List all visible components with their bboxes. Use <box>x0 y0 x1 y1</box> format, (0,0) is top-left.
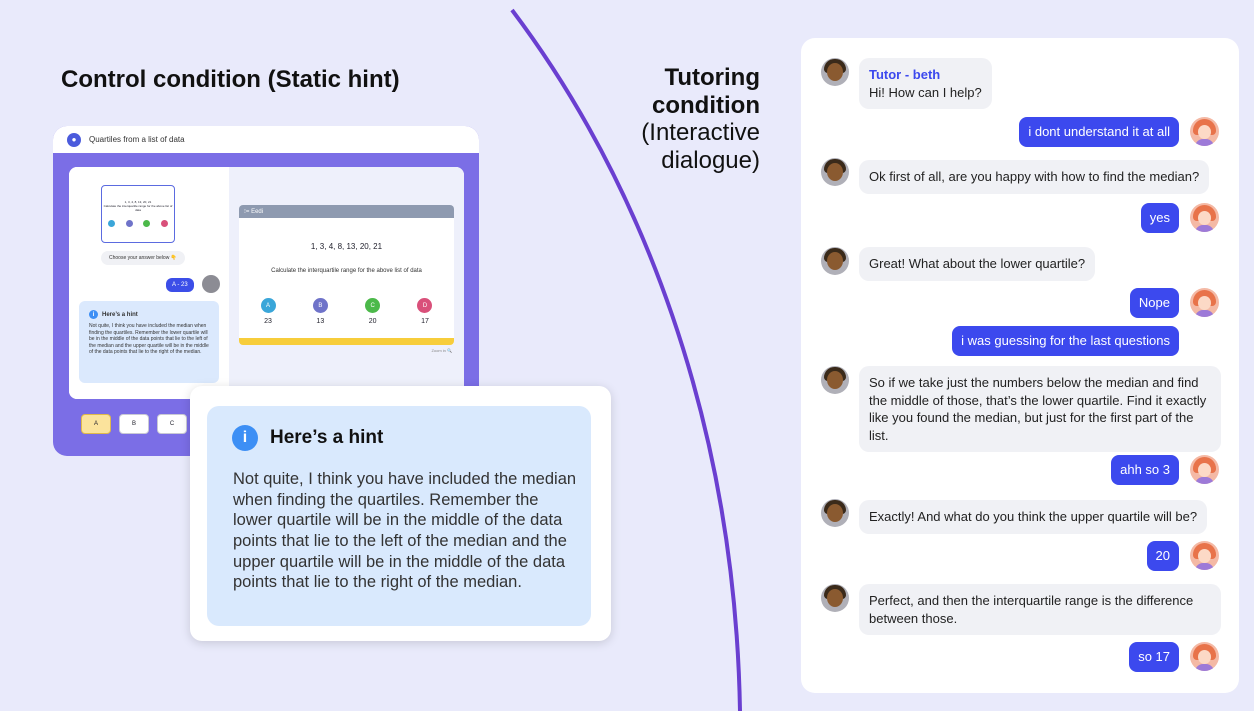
answer-buttons: A B C <box>81 414 187 434</box>
eedi-bar: ⁝= Eedi <box>239 205 454 218</box>
small-hint-heading: i Here’s a hint <box>89 310 219 319</box>
question-footer-bar <box>239 338 454 345</box>
tutoring-title-rest: (Interactive dialogue) <box>641 119 760 174</box>
user-avatar <box>1190 541 1219 570</box>
small-hint-text: Not quite, I think you have included the… <box>89 323 209 355</box>
question-column: ⁝= Eedi 1, 3, 4, 8, 13, 20, 21 Calculate… <box>229 167 464 399</box>
option-d-letter: D <box>417 298 433 313</box>
option-b-value: 13 <box>316 318 325 325</box>
thumbnail-option-d <box>160 220 168 227</box>
thumbnail-options <box>108 220 168 227</box>
user-avatar <box>1190 117 1219 146</box>
thumbnail-option-a <box>108 220 115 227</box>
hint-box: i Here’s a hint Not quite, I think you h… <box>207 406 591 626</box>
option-d-value: 17 <box>421 318 429 325</box>
option-b[interactable]: B 13 <box>305 298 335 325</box>
tutor-message: So if we take just the numbers below the… <box>859 366 1221 453</box>
tutor-message: Tutor - beth Hi! How can I help? <box>859 58 992 110</box>
tutor-avatar <box>821 158 849 186</box>
small-hint-title: Here’s a hint <box>102 311 138 318</box>
option-d[interactable]: D 17 <box>410 298 440 325</box>
user-avatar <box>1190 455 1219 484</box>
answer-button-a[interactable]: A <box>81 414 111 434</box>
tutor-avatar <box>821 584 849 612</box>
chat-window: Tutor - beth Hi! How can I help? i dont … <box>801 38 1239 693</box>
zoom-in-button[interactable]: Zoom in 🔍 <box>431 348 452 353</box>
tutoring-condition-title: Tutoring condition (Interactive dialogue… <box>600 64 760 174</box>
tutoring-title-bold: Tutoring condition <box>652 64 760 119</box>
tutor-message: Exactly! And what do you think the upper… <box>859 500 1208 534</box>
option-c-letter: C <box>365 298 381 313</box>
user-message: Nope <box>1129 288 1179 318</box>
tutor-name: Tutor - beth <box>869 67 941 82</box>
small-hint-box: i Here’s a hint Not quite, I think you h… <box>79 301 219 383</box>
tutor-avatar <box>821 58 849 86</box>
user-avatar <box>1190 203 1219 232</box>
thumbnail-option-c <box>143 220 151 227</box>
user-message: i was guessing for the last questions <box>952 326 1179 356</box>
choose-answer-message: Choose your answer below 👇 <box>101 251 185 265</box>
info-icon: i <box>232 425 258 451</box>
option-c[interactable]: C 20 <box>358 298 388 325</box>
answer-button-c[interactable]: C <box>157 414 187 434</box>
user-message: i dont understand it at all <box>1019 117 1179 147</box>
hint-heading: i Here’s a hint <box>232 425 383 451</box>
tutor-message: Great! What about the lower quartile? <box>859 247 1096 281</box>
hint-text: Not quite, I think you have included the… <box>233 470 577 592</box>
question-thumbnail[interactable]: 1, 3, 4, 8, 13, 20, 21 Calculate the int… <box>101 185 175 243</box>
app-header: ● Quartiles from a list of data <box>53 126 479 153</box>
control-condition-title: Control condition (Static hint) <box>61 66 400 93</box>
hint-card: i Here’s a hint Not quite, I think you h… <box>190 386 611 641</box>
answer-options: A 23 B 13 C 20 D 17 <box>253 298 440 325</box>
user-message: so 17 <box>1129 642 1179 672</box>
option-b-letter: B <box>312 298 328 313</box>
option-a[interactable]: A 23 <box>253 298 283 325</box>
answer-chip: A - 23 <box>166 278 194 292</box>
question-prompt: Calculate the interquartile range for th… <box>271 268 422 274</box>
option-a-value: 23 <box>264 318 272 325</box>
app-logo-icon: ● <box>67 132 81 147</box>
student-avatar <box>202 275 220 293</box>
message-text: Hi! How can I help? <box>869 84 982 100</box>
info-icon: i <box>89 310 98 319</box>
hint-title: Here’s a hint <box>270 427 384 448</box>
tutor-message: Ok first of all, are you happy with how … <box>859 160 1210 194</box>
tutor-message: Perfect, and then the interquartile rang… <box>859 584 1221 636</box>
thumbnail-prompt: Calculate the interquartile range for th… <box>103 204 173 212</box>
tutor-avatar <box>821 247 849 275</box>
tutor-avatar <box>821 366 849 394</box>
user-avatar <box>1190 642 1219 671</box>
user-message: ahh so 3 <box>1111 455 1179 485</box>
option-a-letter: A <box>260 298 276 313</box>
user-message: 20 <box>1146 541 1179 571</box>
answer-button-b[interactable]: B <box>119 414 149 434</box>
app-header-title: Quartiles from a list of data <box>89 135 185 144</box>
question-numbers: 1, 3, 4, 8, 13, 20, 21 <box>310 242 383 251</box>
chat-column: 1, 3, 4, 8, 13, 20, 21 Calculate the int… <box>69 167 229 399</box>
tutor-avatar <box>821 499 849 527</box>
option-c-value: 20 <box>368 318 377 325</box>
user-message: yes <box>1140 203 1179 233</box>
user-avatar <box>1190 288 1219 317</box>
question-card: ⁝= Eedi 1, 3, 4, 8, 13, 20, 21 Calculate… <box>239 205 454 345</box>
lesson-panel: 1, 3, 4, 8, 13, 20, 21 Calculate the int… <box>69 167 464 399</box>
thumbnail-option-b <box>125 220 133 227</box>
